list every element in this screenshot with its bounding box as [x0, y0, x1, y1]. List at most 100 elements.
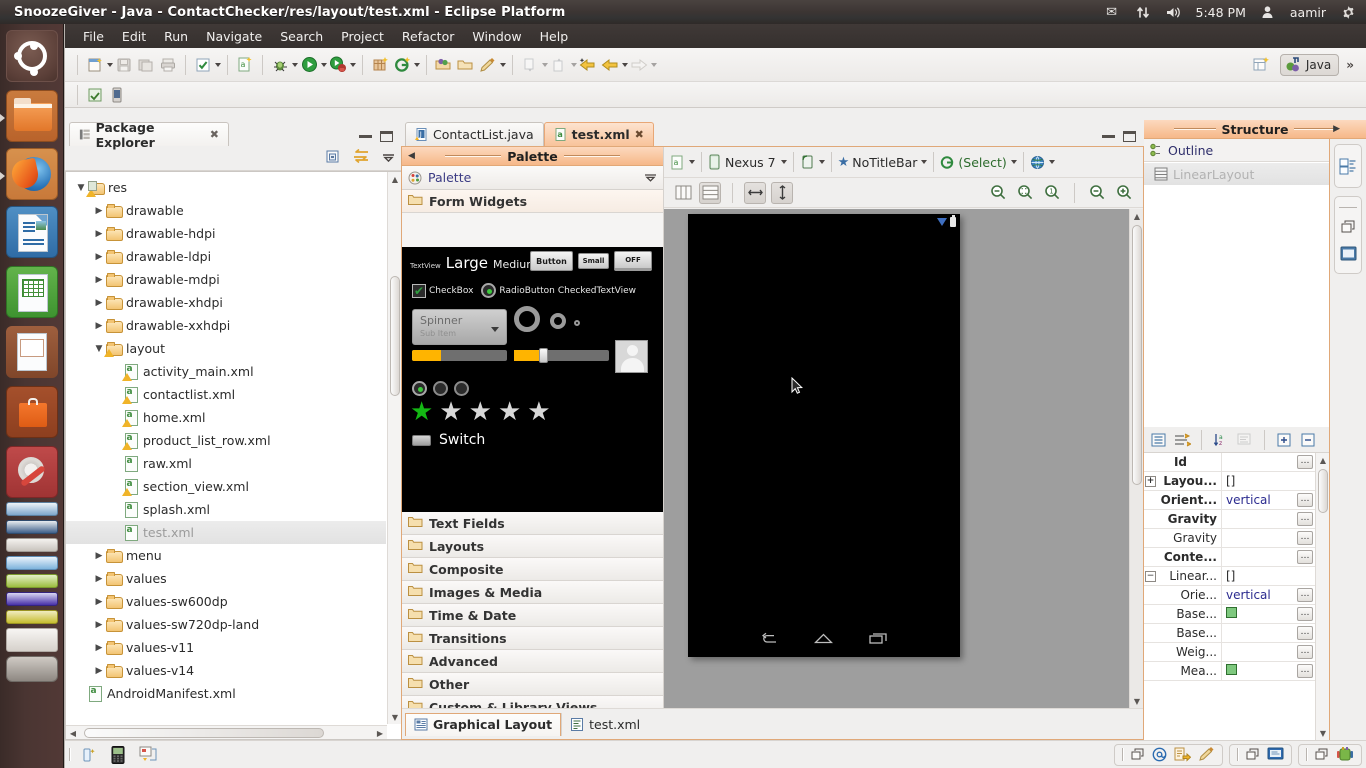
layout-canvas[interactable]: ▲ ▼	[664, 209, 1143, 708]
scroll-thumb[interactable]	[1132, 225, 1142, 485]
checkbox-icon[interactable]: ✔	[412, 283, 426, 298]
expand-icon[interactable]: +	[1145, 475, 1156, 487]
tree-twisty-closed[interactable]: ▶	[92, 321, 106, 331]
menu-file[interactable]: File	[75, 26, 112, 47]
run-android-dropdown[interactable]	[350, 62, 356, 67]
scroll-up-arrow[interactable]: ▲	[389, 173, 401, 185]
menu-help[interactable]: Help	[532, 26, 577, 47]
palette-item-radiogroup[interactable]	[412, 381, 469, 396]
zoom-100-button[interactable]: 1	[1041, 182, 1063, 204]
tree-item-res[interactable]: ▼ res	[66, 176, 386, 199]
tab-xml-source[interactable]: test.xml	[561, 712, 648, 736]
check-mark-dropdown[interactable]	[215, 62, 221, 67]
new-android-project-button[interactable]	[369, 54, 391, 76]
tree-item-androidmanifest-xml[interactable]: AndroidManifest.xml	[66, 682, 386, 705]
show-advanced-icon[interactable]	[1171, 429, 1193, 451]
launcher-stack-item[interactable]	[6, 610, 58, 624]
tree-item-splash-xml[interactable]: splash.xml	[66, 498, 386, 521]
user-avatar-icon[interactable]	[1259, 4, 1277, 20]
tree-item-activity-main-xml[interactable]: activity_main.xml	[66, 360, 386, 383]
property-editor-button[interactable]: …	[1297, 588, 1313, 602]
debug-button[interactable]	[269, 54, 291, 76]
package-explorer-tree[interactable]: ▼ res ▶ drawable ▶ drawable-hdpi ▶ drawable-ldp…	[65, 171, 401, 740]
property-value[interactable]	[1222, 664, 1297, 678]
property-editor-button[interactable]: …	[1297, 512, 1313, 526]
palette-item-ratingbar[interactable]: ★ ★ ★ ★ ★	[410, 399, 551, 425]
property-value[interactable]: vertical	[1222, 588, 1297, 602]
at-icon[interactable]	[1152, 747, 1167, 762]
tree-twisty-closed[interactable]: ▶	[92, 666, 106, 676]
maximize-icon[interactable]	[380, 131, 393, 142]
tree-twisty-closed[interactable]: ▶	[92, 275, 106, 285]
chevron-down-icon[interactable]	[818, 160, 825, 164]
palette-group-other[interactable]: Other	[402, 673, 663, 696]
palette-item-progressbar-horizontal[interactable]	[412, 350, 507, 361]
tree-item-contactlist-xml[interactable]: contactlist.xml	[66, 383, 386, 406]
palette-item-checked-textview[interactable]: CheckedTextView	[558, 286, 636, 296]
palette-form-widgets-body[interactable]: TextView Large Medium Small Button Small…	[402, 247, 663, 512]
minimize-icon[interactable]	[359, 135, 372, 138]
pen-icon[interactable]	[1198, 747, 1215, 762]
property-row[interactable]: Orie... vertical…	[1144, 586, 1315, 605]
palette-group-form-widgets[interactable]: Form Widgets	[402, 190, 663, 213]
tab-contactlist-java[interactable]: J ContactList.java	[405, 122, 544, 146]
menu-window[interactable]: Window	[464, 26, 529, 47]
trim-grip[interactable]	[1122, 748, 1124, 761]
tree-twisty-closed[interactable]: ▶	[92, 551, 106, 561]
zoom-out-button[interactable]	[987, 182, 1009, 204]
tree-twisty-closed[interactable]: ▶	[92, 597, 106, 607]
restore-icon[interactable]	[1341, 220, 1356, 234]
doc-export-icon[interactable]	[1174, 747, 1191, 762]
run-android-button[interactable]	[327, 54, 349, 76]
android-icon[interactable]	[1336, 747, 1354, 762]
activity-selector[interactable]: (Select)	[940, 155, 1017, 170]
property-value[interactable]: []	[1222, 569, 1315, 583]
launcher-stack-item[interactable]	[6, 520, 58, 534]
property-row[interactable]: Base...…	[1144, 605, 1315, 624]
fit-height-button[interactable]	[771, 181, 793, 204]
palette-group-images-media[interactable]: Images & Media	[402, 581, 663, 604]
config-file-button[interactable]: a	[670, 155, 695, 170]
property-value[interactable]: []	[1222, 474, 1315, 488]
tree-horizontal-scrollbar[interactable]: ◀ ▶	[66, 725, 387, 739]
home-icon[interactable]	[813, 632, 833, 648]
collapse-all-icon[interactable]	[325, 150, 340, 167]
tree-item-drawable-xxhdpi[interactable]: ▶ drawable-xxhdpi	[66, 314, 386, 337]
property-row[interactable]: − Linear... []	[1144, 567, 1315, 586]
menu-navigate[interactable]: Navigate	[198, 26, 270, 47]
envelope-icon[interactable]: ✉	[1103, 4, 1121, 20]
launcher-stack-item[interactable]	[6, 592, 58, 606]
android-device-icon[interactable]	[81, 747, 97, 763]
property-value[interactable]: vertical	[1222, 493, 1297, 507]
property-editor-button[interactable]: …	[1297, 645, 1313, 659]
tab-test-xml[interactable]: a test.xml ✖	[543, 122, 654, 146]
link-with-editor-icon[interactable]	[352, 148, 370, 167]
save-all-button[interactable]	[135, 54, 157, 76]
canvas-vertical-scrollbar[interactable]: ▲ ▼	[1129, 209, 1143, 708]
menu-edit[interactable]: Edit	[114, 26, 154, 47]
volume-icon[interactable]	[1165, 4, 1183, 20]
toolbar-overflow-button[interactable]: »	[1346, 58, 1354, 72]
new-annotation-button[interactable]	[477, 54, 499, 76]
palette-item-progressbar-small[interactable]	[574, 320, 580, 326]
tree-twisty-closed[interactable]: ▶	[92, 229, 106, 239]
scroll-left-arrow[interactable]: ◀	[67, 727, 79, 739]
chevron-down-icon[interactable]	[689, 160, 695, 164]
new-android-activity-button[interactable]	[391, 54, 413, 76]
launcher-stack-item[interactable]	[6, 538, 58, 552]
tree-item-raw-xml[interactable]: raw.xml	[66, 452, 386, 475]
collapse-icon[interactable]: −	[1145, 570, 1156, 582]
palette-group-layouts[interactable]: Layouts	[402, 535, 663, 558]
outline-item-linearlayout[interactable]: LinearLayout	[1144, 163, 1329, 185]
fastview-properties-group[interactable]	[1334, 196, 1362, 274]
property-row[interactable]: Mea...…	[1144, 662, 1315, 681]
view-menu-icon[interactable]	[382, 151, 395, 165]
run-button[interactable]	[298, 54, 320, 76]
collapse-all-icon[interactable]	[1297, 429, 1319, 451]
palette-group-composite[interactable]: Composite	[402, 558, 663, 581]
trim-grip[interactable]	[1306, 748, 1308, 761]
tree-item-menu[interactable]: ▶ menu	[66, 544, 386, 567]
clock[interactable]: 5:48 PM	[1196, 5, 1246, 20]
tree-twisty-closed[interactable]: ▶	[92, 574, 106, 584]
forward-button[interactable]	[628, 54, 650, 76]
